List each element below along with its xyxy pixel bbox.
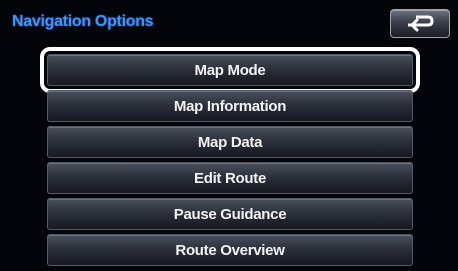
edit-route-button[interactable]: Edit Route [47, 162, 413, 194]
route-overview-button[interactable]: Route Overview [47, 234, 413, 266]
menu-item-label: Route Overview [175, 242, 285, 259]
map-information-button[interactable]: Map Information [47, 90, 413, 122]
menu-item-label: Edit Route [194, 170, 266, 187]
header: Navigation Options [8, 5, 450, 45]
navigation-menu: Map Mode Map Information Map Data Edit R… [40, 47, 420, 270]
navigation-options-screen: Navigation Options Map Mode Map Informat… [0, 0, 458, 271]
menu-item-label: Map Data [197, 134, 263, 151]
back-button[interactable] [390, 9, 450, 38]
menu-item-label: Map Information [173, 98, 287, 115]
page-title: Navigation Options [12, 13, 154, 30]
menu-item-label: Map Mode [194, 62, 266, 79]
map-data-button[interactable]: Map Data [47, 126, 413, 158]
pause-guidance-button[interactable]: Pause Guidance [47, 198, 413, 230]
map-mode-button[interactable]: Map Mode [40, 47, 420, 93]
menu-item-label: Pause Guidance [173, 206, 287, 223]
